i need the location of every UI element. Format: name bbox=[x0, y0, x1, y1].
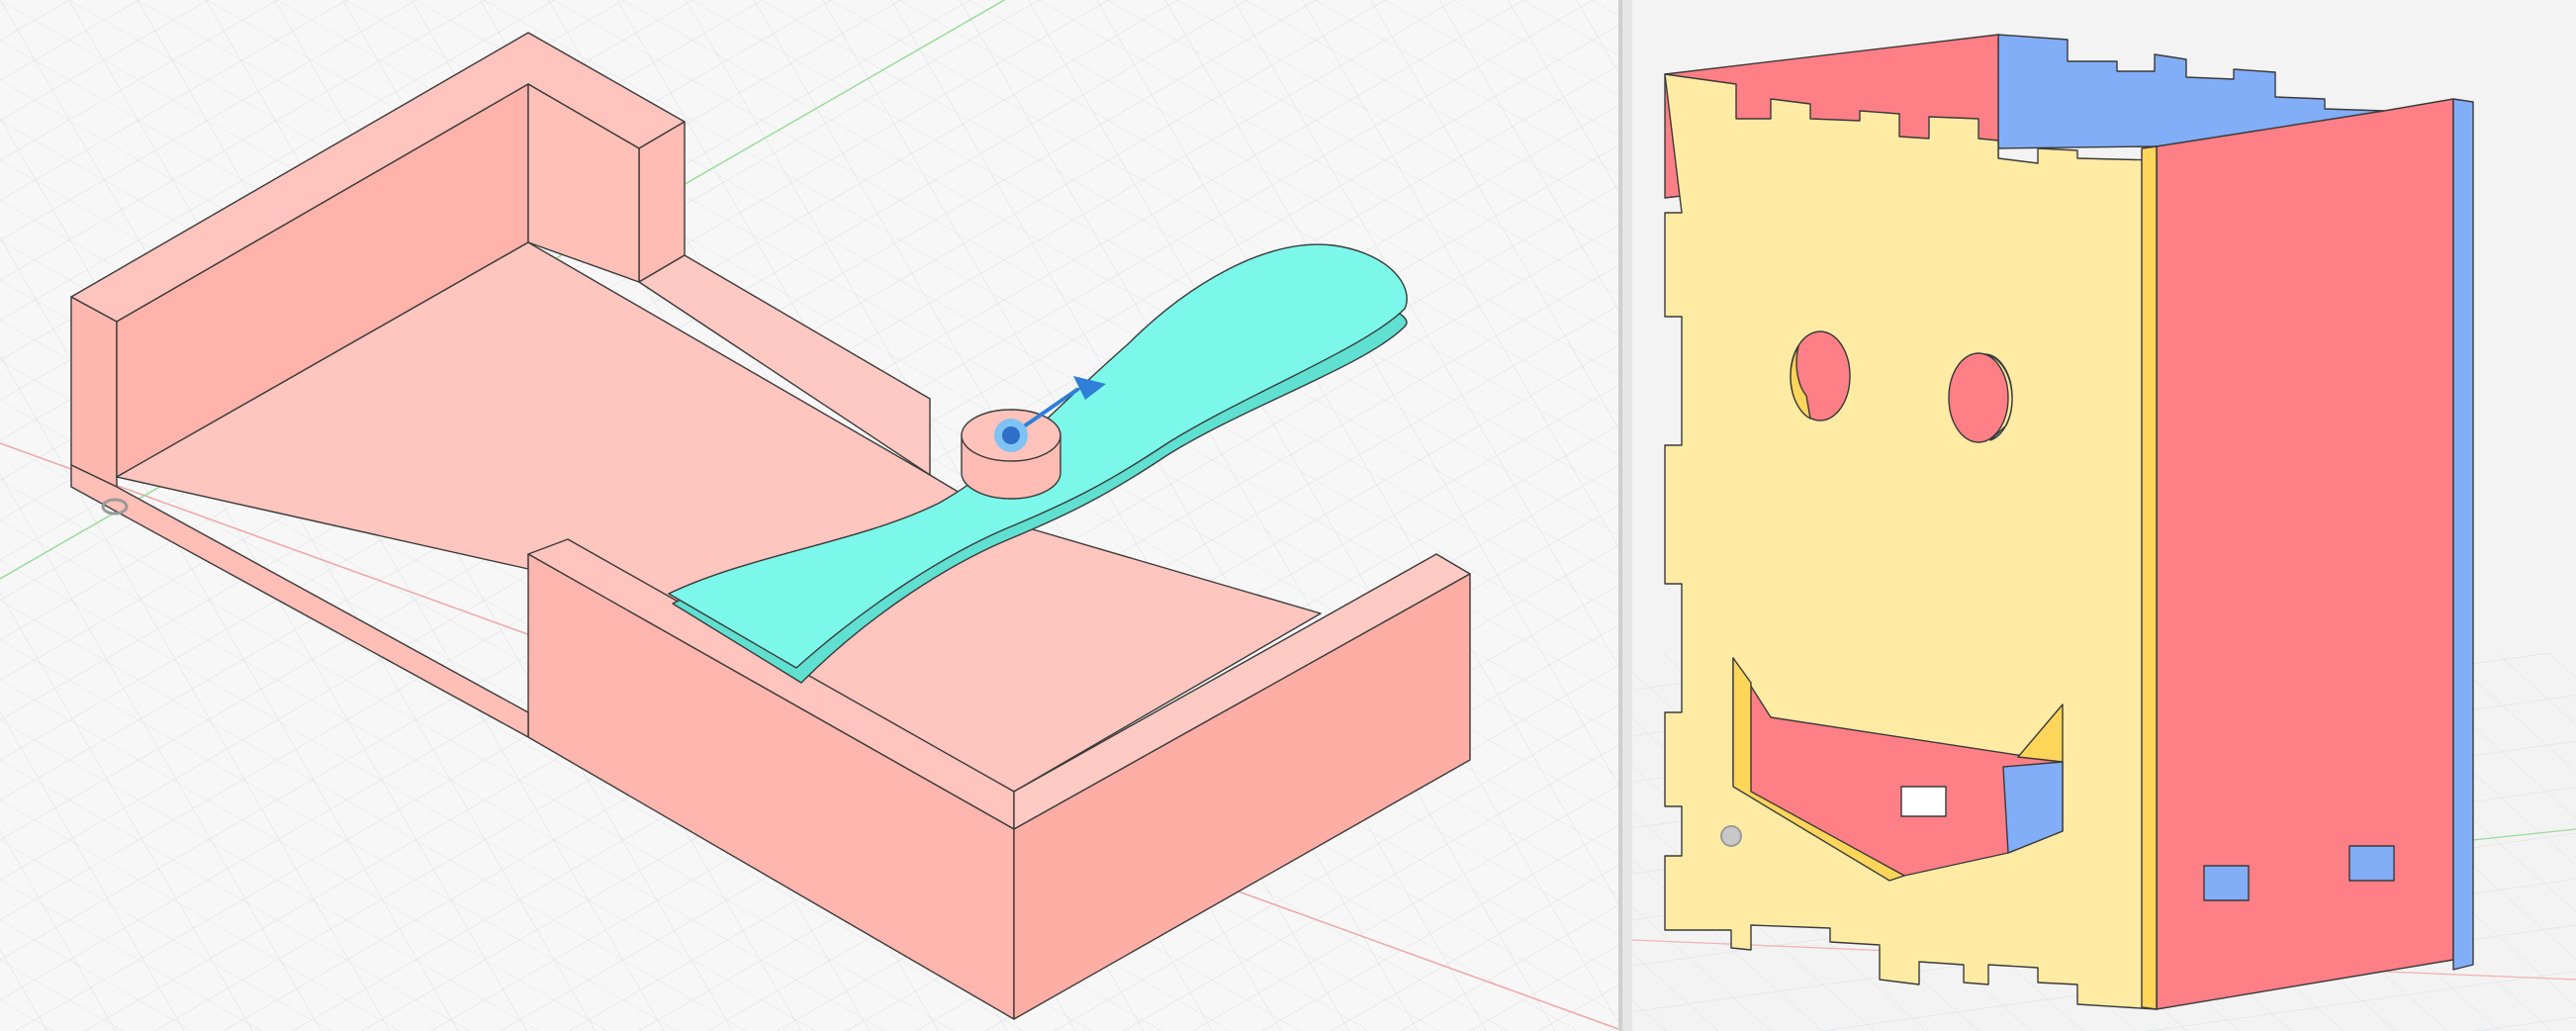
tray-left-face bbox=[70, 296, 118, 488]
box-side-slot-2 bbox=[2348, 845, 2395, 882]
viewport-divider[interactable] bbox=[1618, 0, 1622, 1031]
box-model[interactable] bbox=[1664, 34, 2474, 1010]
gizmo-center-dot[interactable] bbox=[1002, 426, 1020, 444]
box-front-edge bbox=[2141, 145, 2158, 1010]
box-side-slot-1 bbox=[2203, 865, 2250, 901]
box-mouth-slot bbox=[1900, 786, 1947, 817]
box-right-side-panel bbox=[2156, 98, 2454, 1010]
box-back-edge-strip bbox=[2452, 98, 2474, 971]
pivot-icon[interactable] bbox=[1720, 825, 1742, 847]
cad-workspace bbox=[0, 0, 2576, 1031]
tray-back-post bbox=[638, 121, 686, 283]
box-right-eye bbox=[1948, 352, 2009, 443]
left-viewport[interactable] bbox=[0, 0, 1619, 1031]
right-viewport[interactable] bbox=[1631, 0, 2576, 1031]
